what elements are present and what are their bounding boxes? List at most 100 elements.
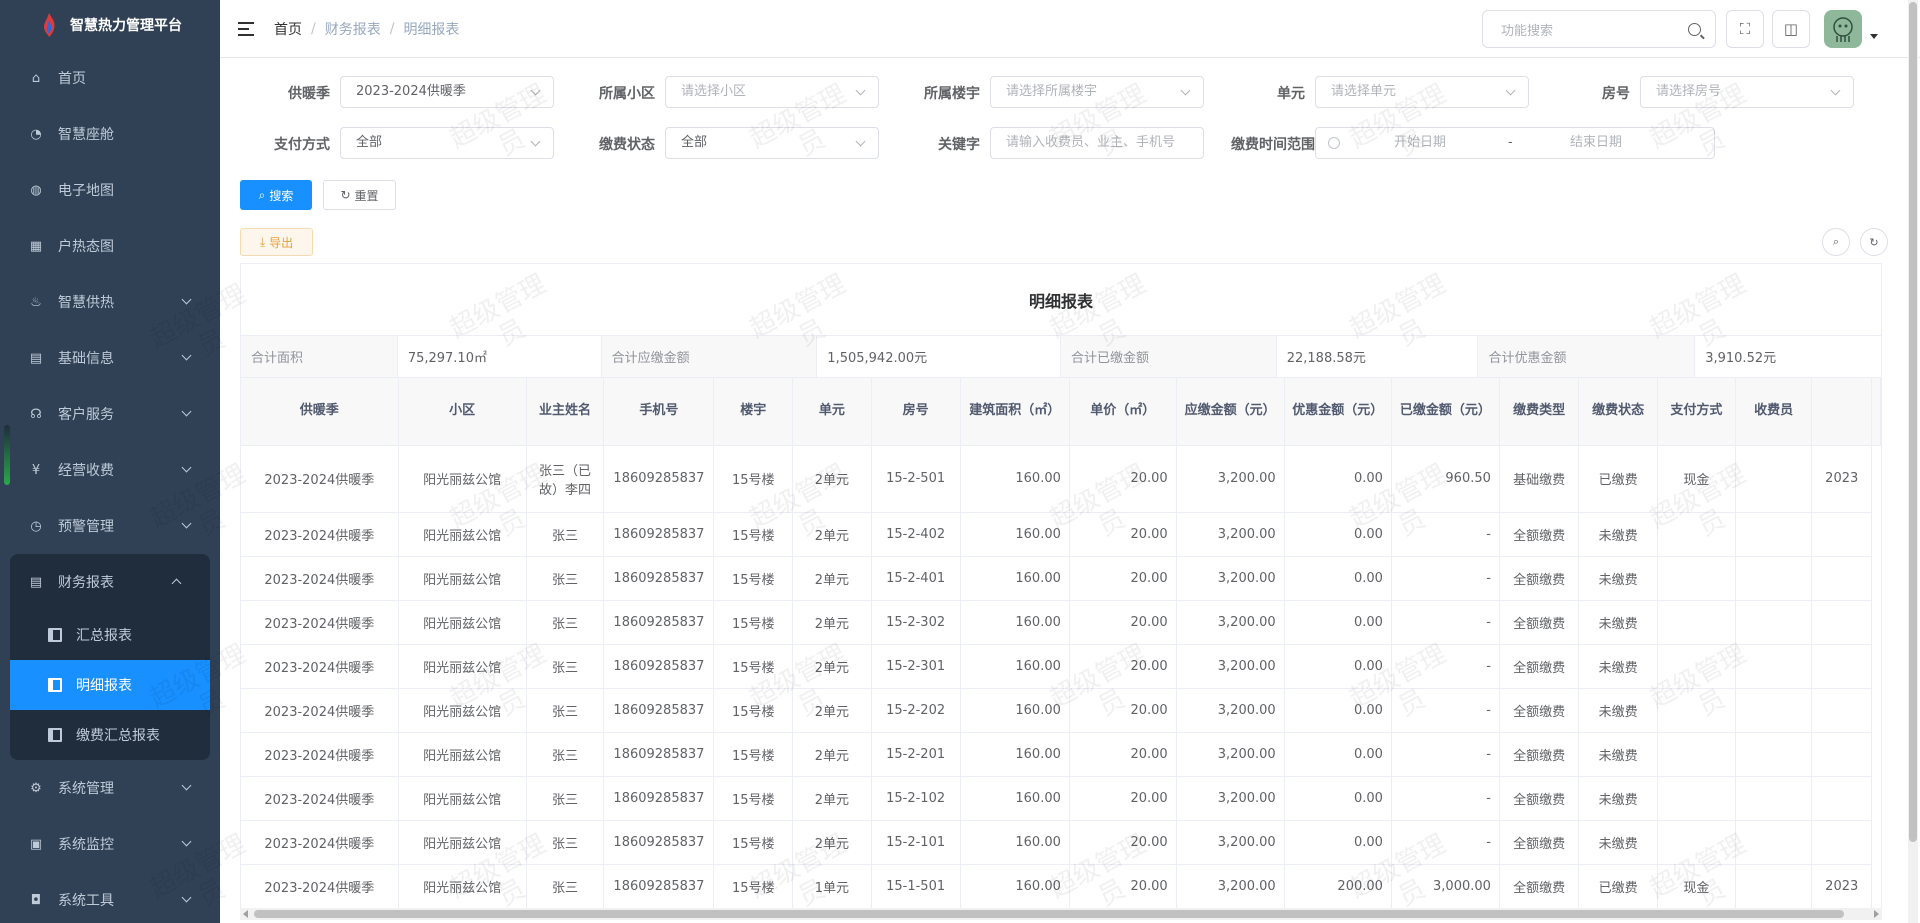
- table-cell: 18609285837: [603, 512, 715, 557]
- sidebar-item-label: 系统监控: [58, 837, 114, 853]
- column-header: 手机号: [603, 378, 715, 446]
- layout-button[interactable]: ◫: [1772, 10, 1810, 48]
- table-cell: [1735, 600, 1813, 645]
- pay-status-select[interactable]: 全部: [665, 127, 879, 159]
- season-label: 供暖季: [288, 86, 330, 102]
- table-cell: 160.00: [960, 688, 1070, 733]
- column-header: 缴费状态: [1578, 378, 1658, 446]
- sidebar-scrollbar[interactable]: [4, 425, 10, 485]
- finance-report-submenu: ▤ 财务报表 汇总报表 明细报表 缴费汇总报表: [10, 554, 210, 760]
- scroll-left-icon[interactable]: [243, 910, 248, 918]
- table-cell: 18609285837: [603, 688, 715, 733]
- start-date-input[interactable]: 开始日期: [1394, 128, 1446, 158]
- sidebar-item-system-monitor[interactable]: ▣ 系统监控: [0, 816, 220, 872]
- table-row[interactable]: 2023-2024供暖季 阳光丽兹公馆 张三 18609285837 15号楼 2单元 15…: [241, 600, 1881, 645]
- table-cell: [1811, 556, 1872, 601]
- table-cell: 2023: [1811, 864, 1872, 909]
- table-cell: 3,200.00: [1176, 644, 1285, 689]
- sidebar-item-system-management[interactable]: ⚙ 系统管理: [0, 760, 220, 816]
- table-cell: 20.00: [1069, 820, 1177, 865]
- caret-down-icon[interactable]: [1870, 33, 1878, 39]
- table-cell: [1657, 732, 1736, 777]
- toggle-search-button[interactable]: ⌕: [1822, 228, 1850, 256]
- column-header: 小区: [398, 378, 527, 446]
- unit-select[interactable]: 请选择单元: [1315, 76, 1529, 108]
- sidebar-item-grid[interactable]: ▦ 户热态图: [0, 218, 220, 274]
- sidebar-item-globe[interactable]: ◍ 电子地图: [0, 162, 220, 218]
- summary-value: 1,505,942.00元: [817, 336, 1061, 377]
- date-range-picker[interactable]: 开始日期 - 结束日期: [1315, 127, 1715, 159]
- table-row[interactable]: 2023-2024供暖季 阳光丽兹公馆 张三 18609285837 15号楼 2单元 15…: [241, 732, 1881, 777]
- app-logo[interactable]: 智慧热力管理平台: [0, 0, 220, 50]
- table-cell: 已缴费: [1578, 864, 1658, 909]
- pay-method-select[interactable]: 全部: [340, 127, 554, 159]
- breadcrumb-finance[interactable]: 财务报表: [325, 19, 381, 39]
- sidebar-item-home[interactable]: ⌂ 首页: [0, 50, 220, 106]
- sidebar-item-dashboard[interactable]: ◔ 智慧座舱: [0, 106, 220, 162]
- keyword-input[interactable]: 请输入收费员、业主、手机号: [990, 127, 1204, 159]
- hamburger-icon[interactable]: [238, 21, 254, 36]
- sidebar-item-service[interactable]: ☊ 客户服务: [0, 386, 220, 442]
- summary-value: 3,910.52元: [1705, 351, 1777, 366]
- table-row[interactable]: 2023-2024供暖季 阳光丽兹公馆 张三 18609285837 15号楼 2单元 15…: [241, 512, 1881, 557]
- sidebar-item-yen[interactable]: ¥ 经营收费: [0, 442, 220, 498]
- sidebar-item-label: 电子地图: [58, 183, 114, 199]
- table-cell: 阳光丽兹公馆: [398, 445, 527, 513]
- sidebar-subitem-detail-report[interactable]: 明细报表: [10, 660, 210, 710]
- table-row[interactable]: 2023-2024供暖季 阳光丽兹公馆 张三 18609285837 15号楼 1单元 15…: [241, 864, 1881, 909]
- end-date-input[interactable]: 结束日期: [1570, 128, 1622, 158]
- table-row[interactable]: 2023-2024供暖季 阳光丽兹公馆 张三 18609285837 15号楼 2单元 15…: [241, 820, 1881, 865]
- export-button[interactable]: ⤓ 导出: [240, 228, 313, 256]
- table-cell: -: [1391, 776, 1500, 821]
- sidebar-item-finance-report[interactable]: ▤ 财务报表: [10, 554, 210, 610]
- chevron-down-icon: [181, 294, 192, 305]
- table-cell: 18609285837: [603, 556, 715, 601]
- sidebar-item-heat[interactable]: ♨ 智慧供热: [0, 274, 220, 330]
- summary-label: 合计面积: [241, 336, 398, 377]
- table-row[interactable]: 2023-2024供暖季 阳光丽兹公馆 张三 18609285837 15号楼 2单元 15…: [241, 688, 1881, 733]
- table-row[interactable]: 2023-2024供暖季 阳光丽兹公馆 张三 18609285837 15号楼 2单元 15…: [241, 556, 1881, 601]
- sidebar-item-document[interactable]: ▤ 基础信息: [0, 330, 220, 386]
- sidebar-item-alarm[interactable]: ◷ 预警管理: [0, 498, 220, 554]
- sidebar-item-system-tools[interactable]: ◘ 系统工具: [0, 872, 220, 923]
- fullscreen-button[interactable]: ⛶: [1726, 10, 1764, 48]
- table-row[interactable]: 2023-2024供暖季 阳光丽兹公馆 张三 18609285837 15号楼 2单元 15…: [241, 644, 1881, 689]
- season-select[interactable]: 2023-2024供暖季: [340, 76, 554, 108]
- avatar[interactable]: [1824, 10, 1862, 48]
- table-cell: 未缴费: [1578, 512, 1658, 557]
- table-cell: 全额缴费: [1499, 688, 1580, 733]
- table-cell: 15号楼: [713, 776, 794, 821]
- search-button[interactable]: ⌕ 搜索: [240, 180, 312, 210]
- building-select[interactable]: 请选择所属楼宇: [990, 76, 1204, 108]
- scroll-right-icon[interactable]: [1874, 910, 1879, 918]
- table-horizontal-scrollbar[interactable]: [240, 908, 1882, 920]
- table-cell: 2023-2024供暖季: [241, 445, 399, 513]
- sidebar-item-label: 基础信息: [58, 351, 114, 367]
- table-row[interactable]: 2023-2024供暖季 阳光丽兹公馆 张三 18609285837 15号楼 2单元 15…: [241, 776, 1881, 821]
- table-cell: 全额缴费: [1499, 512, 1580, 557]
- function-search-input[interactable]: 功能搜索: [1482, 10, 1716, 48]
- table-cell: 15-2-202: [871, 688, 961, 733]
- flame-logo-icon: [40, 12, 58, 38]
- table-cell: [1735, 512, 1813, 557]
- table-cell: [1735, 776, 1813, 821]
- table-row[interactable]: 2023-2024供暖季 阳光丽兹公馆 张三（已故）李四 18609285837 15号…: [241, 445, 1881, 513]
- search-icon: ⌕: [258, 187, 266, 202]
- table-cell: [1735, 820, 1813, 865]
- table-cell: 960.50: [1391, 445, 1500, 513]
- breadcrumb-home[interactable]: 首页: [274, 19, 302, 39]
- table-cell: 15号楼: [713, 732, 794, 777]
- sidebar-item-label: 系统管理: [58, 781, 114, 797]
- page-scrollbar[interactable]: [1908, 0, 1918, 923]
- community-select[interactable]: 请选择小区: [665, 76, 879, 108]
- room-select[interactable]: 请选择房号: [1640, 76, 1854, 108]
- document-icon: ▤: [29, 350, 43, 366]
- sidebar-subitem-summary-report[interactable]: 汇总报表: [10, 610, 210, 660]
- refresh-button[interactable]: ↻: [1860, 228, 1888, 256]
- chevron-down-icon: [181, 406, 192, 417]
- table-cell: [1811, 776, 1872, 821]
- reset-button[interactable]: ↻ 重置: [323, 180, 396, 210]
- table-cell: 阳光丽兹公馆: [398, 732, 527, 777]
- table-cell: -: [1391, 820, 1500, 865]
- sidebar-subitem-payment-summary[interactable]: 缴费汇总报表: [10, 710, 210, 760]
